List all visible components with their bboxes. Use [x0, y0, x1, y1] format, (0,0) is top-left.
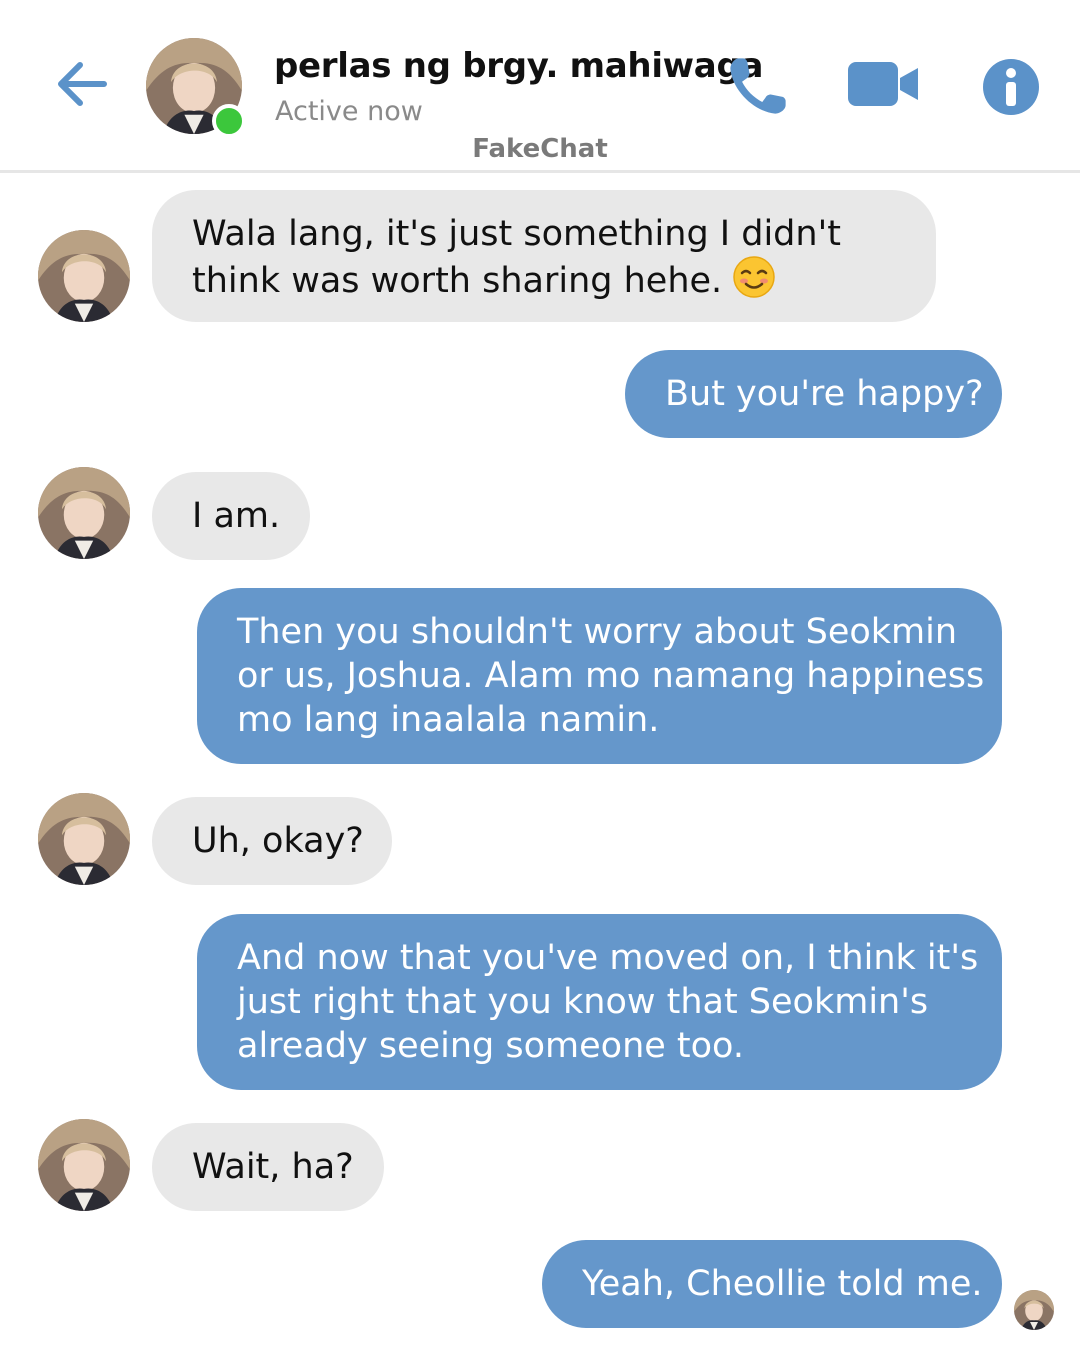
- message-bubble-outgoing[interactable]: Then you shouldn't worry about Seokmin o…: [197, 588, 1002, 764]
- message-text: Then you shouldn't worry about Seokmin: [237, 612, 958, 652]
- seen-receipt-avatar: [1014, 1290, 1054, 1330]
- message-bubble-incoming[interactable]: Wala lang, it's just something I didn't …: [152, 190, 936, 322]
- phone-icon[interactable]: [724, 52, 792, 120]
- contact-avatar[interactable]: [38, 230, 130, 322]
- app-watermark: FakeChat: [472, 134, 608, 164]
- message-text: But you're happy?: [665, 374, 984, 414]
- chat-header: perlas ng brgy. mahiwaga Active now Fake…: [0, 0, 1080, 173]
- back-arrow-icon[interactable]: [50, 52, 114, 116]
- message-text: Wait, ha?: [192, 1147, 354, 1187]
- smiling-blush-emoji-icon: [733, 256, 776, 309]
- info-icon[interactable]: [982, 58, 1040, 116]
- message-bubble-outgoing[interactable]: And now that you've moved on, I think it…: [197, 914, 1002, 1090]
- message-bubble-incoming[interactable]: Uh, okay?: [152, 797, 392, 885]
- message-text: I am.: [192, 496, 281, 536]
- message-text: think was worth sharing hehe.: [192, 261, 734, 301]
- online-status-dot: [212, 104, 246, 138]
- contact-avatar[interactable]: [38, 1119, 130, 1211]
- contact-avatar[interactable]: [146, 38, 246, 138]
- message-text: already seeing someone too.: [237, 1026, 744, 1066]
- message-bubble-outgoing[interactable]: But you're happy?: [625, 350, 1002, 438]
- contact-avatar[interactable]: [38, 793, 130, 885]
- message-text: And now that you've moved on, I think it…: [237, 938, 979, 978]
- active-status: Active now: [275, 96, 423, 127]
- contact-name[interactable]: perlas ng brgy. mahiwaga: [274, 46, 763, 86]
- message-text: just right that you know that Seokmin's: [237, 982, 929, 1022]
- message-text: Uh, okay?: [192, 821, 364, 861]
- message-text: Wala lang, it's just something I didn't: [192, 214, 841, 254]
- contact-avatar[interactable]: [38, 467, 130, 559]
- message-bubble-incoming[interactable]: Wait, ha?: [152, 1123, 384, 1211]
- message-bubble-incoming[interactable]: I am.: [152, 472, 310, 560]
- message-text: Yeah, Cheollie told me.: [582, 1264, 983, 1304]
- message-bubble-outgoing[interactable]: Yeah, Cheollie told me.: [542, 1240, 1002, 1328]
- message-text: or us, Joshua. Alam mo namang happiness: [237, 656, 985, 696]
- message-text: mo lang inaalala namin.: [237, 700, 660, 740]
- video-camera-icon[interactable]: [848, 60, 920, 110]
